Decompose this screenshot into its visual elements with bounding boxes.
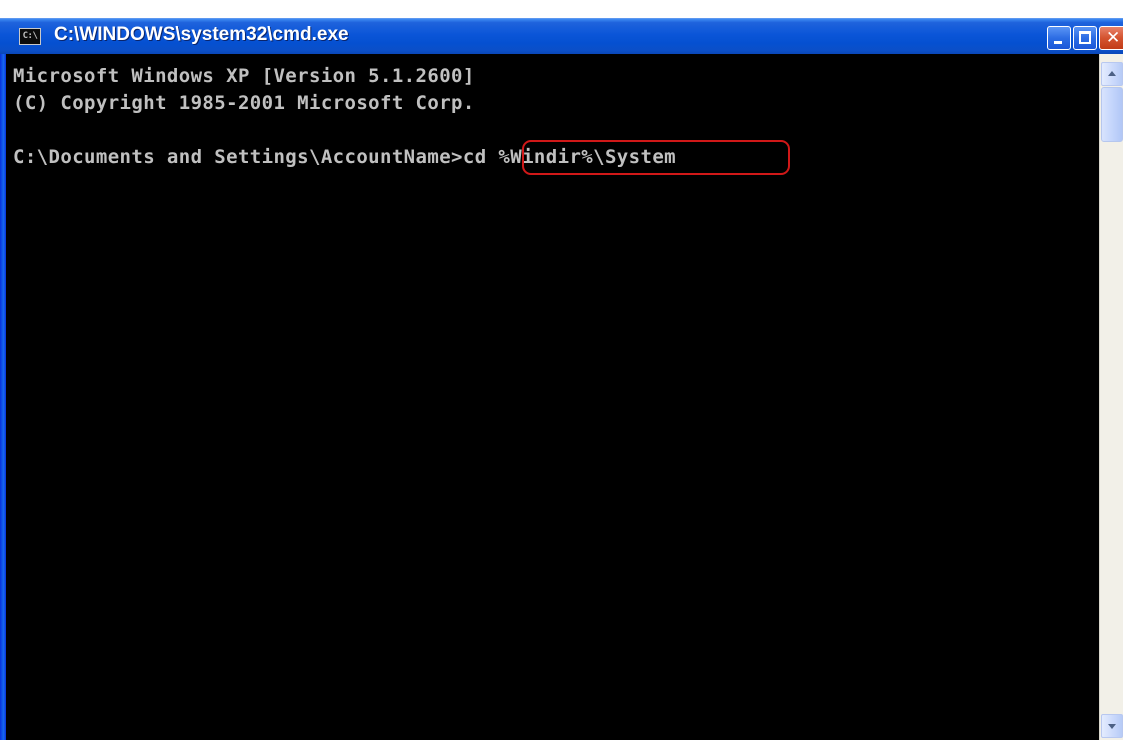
minimize-button[interactable]: [1047, 26, 1071, 50]
console-line-version: Microsoft Windows XP [Version 5.1.2600]: [13, 65, 475, 87]
cmd-window: C:\ C:\WINDOWS\system32\cmd.exe ✕ Micros…: [0, 0, 1123, 740]
console-prompt: C:\Documents and Settings\AccountName>: [13, 146, 463, 168]
maximize-button[interactable]: [1073, 26, 1097, 50]
cmd-icon[interactable]: C:\: [19, 28, 41, 45]
command-highlight-annotation: [522, 140, 790, 175]
console-line-copyright: (C) Copyright 1985-2001 Microsoft Corp.: [13, 92, 475, 114]
arrow-up-icon: [1108, 71, 1116, 76]
window-title: C:\WINDOWS\system32\cmd.exe: [54, 24, 349, 45]
minimize-icon: [1054, 41, 1062, 44]
scroll-up-button[interactable]: [1101, 62, 1123, 86]
scroll-thumb[interactable]: [1101, 87, 1123, 142]
scroll-down-button[interactable]: [1101, 714, 1123, 738]
title-bar[interactable]: C:\ C:\WINDOWS\system32\cmd.exe ✕: [0, 18, 1123, 54]
arrow-down-icon: [1108, 724, 1116, 729]
console-area[interactable]: Microsoft Windows XP [Version 5.1.2600] …: [6, 54, 1099, 740]
close-icon: ✕: [1106, 28, 1121, 48]
vertical-scrollbar[interactable]: [1099, 54, 1123, 740]
maximize-icon: [1079, 31, 1091, 44]
top-strip: [0, 0, 1123, 18]
close-button[interactable]: ✕: [1099, 26, 1123, 50]
